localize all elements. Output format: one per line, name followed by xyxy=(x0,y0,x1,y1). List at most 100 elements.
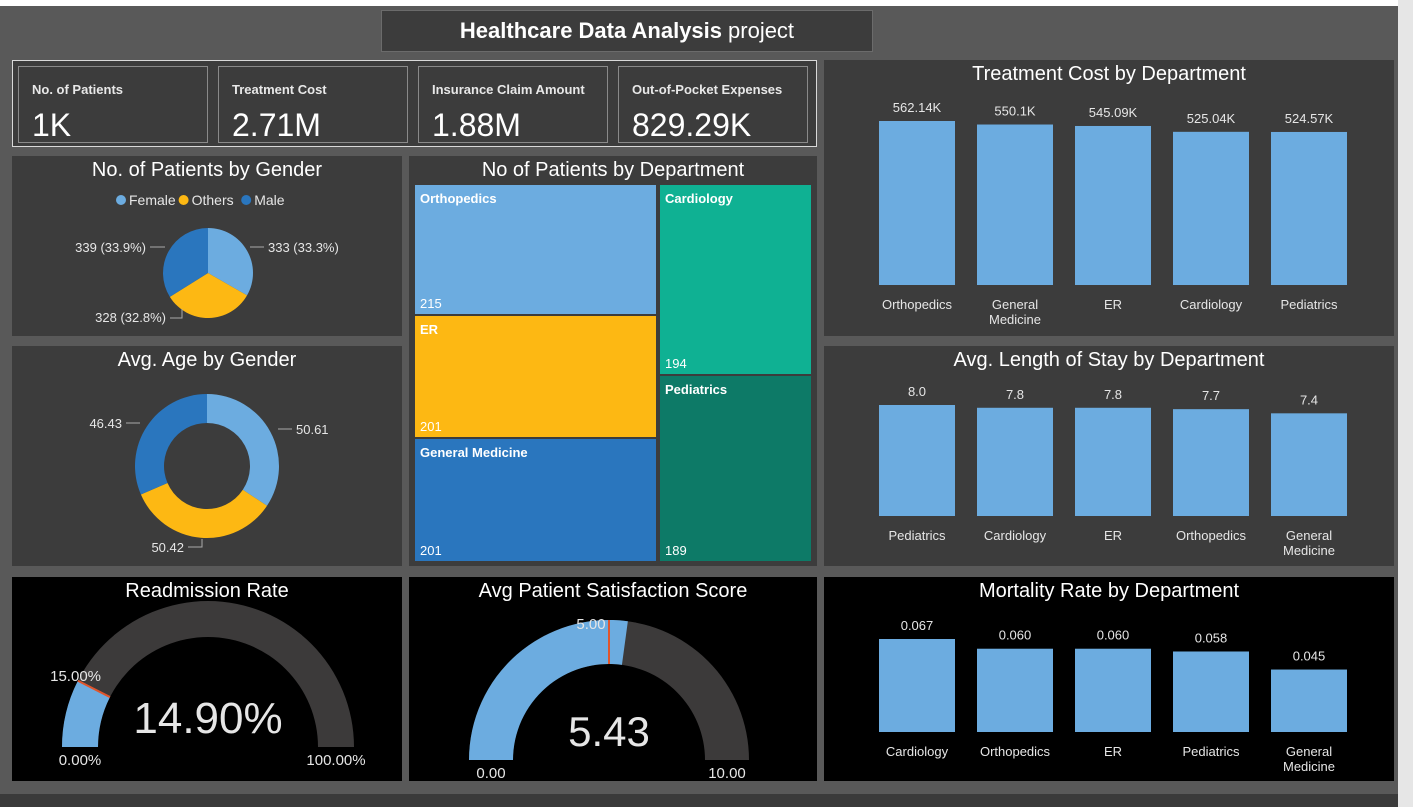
bar xyxy=(1173,131,1249,285)
category-label: Orthopedics xyxy=(980,744,1051,759)
kpi-value: 1K xyxy=(32,107,72,143)
donut-slice xyxy=(135,394,207,495)
treemap-label: General Medicine xyxy=(420,445,528,460)
bar xyxy=(1173,409,1249,516)
data-label: 7.8 xyxy=(1104,387,1122,402)
category-label: Cardiology xyxy=(886,744,949,759)
data-label: 0.067 xyxy=(901,618,934,633)
bar xyxy=(879,405,955,516)
bar xyxy=(977,648,1053,732)
bar xyxy=(977,407,1053,516)
gauge-min-label: 0.00 xyxy=(476,765,505,781)
dept-treemap-panel: No of Patients by Department Orthopedics… xyxy=(409,156,817,566)
kpi-label: Insurance Claim Amount xyxy=(432,82,585,97)
right-scrollbar[interactable] xyxy=(1398,0,1413,807)
data-label: 524.57K xyxy=(1285,111,1334,126)
bar xyxy=(1075,407,1151,516)
treemap-label: ER xyxy=(420,322,439,337)
data-label: 333 (33.3%) xyxy=(268,240,339,255)
data-label: 0.060 xyxy=(999,628,1032,643)
treemap-value: 215 xyxy=(420,296,442,311)
gauge-max-label: 10.00 xyxy=(708,765,746,781)
bar xyxy=(1075,648,1151,732)
bar xyxy=(1271,669,1347,732)
page-title: Healthcare Data Analysis project xyxy=(381,10,873,52)
category-label: Orthopedics xyxy=(882,297,953,312)
gauge-value: 5.43 xyxy=(568,708,650,755)
category-label: General xyxy=(1286,528,1332,543)
data-label: 0.060 xyxy=(1097,628,1130,643)
category-label: Orthopedics xyxy=(1176,528,1247,543)
legend-marker xyxy=(178,195,189,205)
treemap-value: 201 xyxy=(420,419,442,434)
satisfaction-gauge: 5.43 0.00 10.00 5.00 xyxy=(469,616,749,781)
category-label: Cardiology xyxy=(984,528,1047,543)
leader-line xyxy=(170,309,183,319)
data-label: 46.43 xyxy=(89,416,122,431)
treemap-value: 201 xyxy=(420,543,442,558)
treemap-tile-er[interactable]: ER 201 xyxy=(414,315,657,438)
kpi-card-patients[interactable]: No. of Patients 1K xyxy=(18,66,208,143)
kpi-card-out-of-pocket[interactable]: Out-of-Pocket Expenses 829.29K xyxy=(618,66,808,143)
data-label: 8.0 xyxy=(908,384,926,399)
data-label: 0.045 xyxy=(1293,649,1326,664)
treatment-cost-chart: 562.14K Orthopedics 550.1K GeneralMedicine 5… xyxy=(879,100,1347,327)
category-label: Cardiology xyxy=(1180,297,1243,312)
gauge-value: 14.90% xyxy=(133,694,282,743)
bar xyxy=(1173,651,1249,732)
treemap-tile-orthopedics[interactable]: Orthopedics 215 xyxy=(414,184,657,315)
data-label: 545.09K xyxy=(1089,105,1138,120)
data-label: 7.4 xyxy=(1300,392,1318,407)
category-label: Medicine xyxy=(1283,543,1335,558)
kpi-value: 1.88M xyxy=(432,107,521,143)
page-title-bold: Healthcare Data Analysis xyxy=(459,18,723,43)
category-label: Medicine xyxy=(989,312,1041,327)
legend-marker xyxy=(116,195,126,205)
gauge-max-label: 100.00% xyxy=(306,752,365,769)
kpi-label: Out-of-Pocket Expenses xyxy=(632,82,783,97)
category-label: Pediatrics xyxy=(1280,297,1338,312)
chart-title: No of Patients by Department xyxy=(481,159,745,181)
page-title-rest: project xyxy=(728,18,795,43)
satisfaction-panel: Avg Patient Satisfaction Score 5.43 0.00 1… xyxy=(409,577,817,781)
donut-slice xyxy=(207,394,279,506)
legend-label: Male xyxy=(254,192,285,208)
category-label: Pediatrics xyxy=(1182,744,1240,759)
category-label: Medicine xyxy=(1283,759,1335,774)
data-label: 0.058 xyxy=(1195,630,1228,645)
category-label: ER xyxy=(1104,528,1122,543)
legend-label: Others xyxy=(192,192,234,208)
treemap-label: Pediatrics xyxy=(665,382,728,397)
treemap-value: 189 xyxy=(665,543,687,558)
category-label: ER xyxy=(1104,297,1122,312)
category-label: General xyxy=(1286,744,1332,759)
bottom-strip xyxy=(0,794,1398,807)
leader-line xyxy=(188,539,203,548)
kpi-value: 2.71M xyxy=(232,107,321,143)
treatment-cost-panel: Treatment Cost by Department 562.14K Orth… xyxy=(824,60,1394,336)
length-of-stay-panel: Avg. Length of Stay by Department 8.0 Ped… xyxy=(824,346,1394,566)
gender-pie-panel: No. of Patients by Gender Female Others Ma… xyxy=(12,156,402,336)
data-label: 50.61 xyxy=(296,422,329,437)
category-label: ER xyxy=(1104,744,1122,759)
legend-marker xyxy=(241,195,252,205)
data-label: 50.42 xyxy=(151,540,184,555)
kpi-card-treatment-cost[interactable]: Treatment Cost 2.71M xyxy=(218,66,408,143)
mortality-chart: 0.067 Cardiology 0.060 Orthopedics 0.060 ER 0.… xyxy=(879,618,1347,774)
kpi-card-insurance-claim[interactable]: Insurance Claim Amount 1.88M xyxy=(418,66,608,143)
gauge-target-label: 5.00 xyxy=(576,616,605,633)
treemap-tile-general-medicine[interactable]: General Medicine 201 xyxy=(414,438,657,562)
length-of-stay-chart: 8.0 Pediatrics 7.8 Cardiology 7.8 ER 7.7 Orthop… xyxy=(879,384,1347,558)
readmission-gauge: 14.90% 0.00% 100.00% 15.00% xyxy=(50,601,366,769)
bar xyxy=(977,124,1053,285)
treemap-value: 194 xyxy=(665,356,687,371)
data-label: 550.1K xyxy=(994,104,1036,119)
gauge-min-label: 0.00% xyxy=(59,752,102,769)
treemap-tile-pediatrics[interactable]: Pediatrics 189 xyxy=(659,375,812,562)
treemap-tile-cardiology[interactable]: Cardiology 194 xyxy=(659,184,812,375)
kpi-label: No. of Patients xyxy=(32,82,124,97)
bar xyxy=(1075,125,1151,285)
age-donut-panel: Avg. Age by Gender 50.61 50.42 46.43 xyxy=(12,346,402,566)
category-label: Pediatrics xyxy=(888,528,946,543)
mortality-panel: Mortality Rate by Department 0.067 Cardio… xyxy=(824,577,1394,781)
